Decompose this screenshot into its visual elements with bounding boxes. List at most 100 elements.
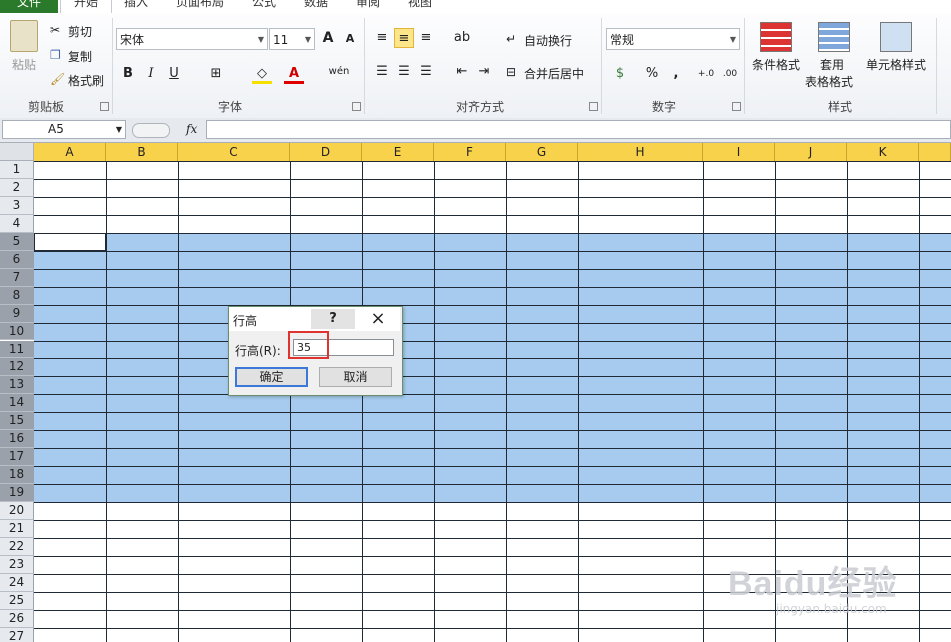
font-launcher-icon[interactable] — [352, 102, 361, 111]
name-box[interactable]: A5 ▼ — [2, 120, 126, 139]
row-header[interactable]: 7 — [0, 268, 34, 287]
phonetic-button[interactable]: wén — [326, 62, 352, 82]
select-all-corner[interactable] — [0, 143, 34, 161]
row-header[interactable]: 9 — [0, 304, 34, 323]
format-painter-button[interactable]: 格式刷 — [68, 72, 104, 89]
decrease-indent-icon[interactable]: ⇤ — [452, 62, 472, 82]
font-color-icon[interactable]: A — [284, 64, 304, 84]
tab-file[interactable]: 文件 — [0, 0, 58, 13]
row-header[interactable]: 6 — [0, 250, 34, 269]
row-header[interactable]: 3 — [0, 196, 34, 215]
row-header[interactable]: 23 — [0, 555, 34, 574]
row-header[interactable]: 5 — [0, 232, 34, 251]
column-header-a[interactable]: A — [34, 143, 106, 161]
insert-function-icon[interactable]: fx — [186, 122, 197, 136]
align-bottom-icon[interactable]: ≡ — [416, 28, 436, 48]
row-header[interactable]: 2 — [0, 178, 34, 197]
close-icon[interactable]: × — [363, 309, 393, 329]
ok-button[interactable]: 确定 — [235, 367, 308, 387]
column-header-e[interactable]: E — [362, 143, 434, 161]
column-header-k[interactable]: K — [847, 143, 919, 161]
row-header[interactable]: 18 — [0, 466, 34, 485]
number-format-select[interactable]: 常规 ▼ — [606, 28, 740, 50]
column-header-h[interactable]: H — [578, 143, 703, 161]
orientation-icon[interactable]: ab — [452, 28, 472, 48]
copy-button[interactable]: 复制 — [68, 48, 92, 65]
number-launcher-icon[interactable] — [732, 102, 741, 111]
percent-button[interactable]: % — [642, 64, 662, 84]
cut-button[interactable]: 剪切 — [68, 23, 92, 40]
row-header[interactable]: 21 — [0, 520, 34, 538]
row-header[interactable]: 11 — [0, 340, 34, 359]
row-header[interactable]: 17 — [0, 448, 34, 467]
comma-button[interactable]: , — [666, 64, 686, 84]
border-icon[interactable]: ⊞ — [206, 64, 226, 84]
row-header[interactable]: 19 — [0, 484, 34, 503]
fill-color-icon[interactable]: ◇ — [252, 64, 272, 84]
font-name-select[interactable]: 宋体 ▼ — [116, 28, 268, 50]
wrap-text-button[interactable]: 自动换行 — [524, 32, 572, 49]
format-as-table-line1[interactable]: 套用 — [820, 56, 844, 73]
row-header[interactable]: 15 — [0, 412, 34, 431]
format-painter-icon[interactable]: 🖌 — [50, 72, 65, 86]
wrap-text-icon[interactable]: ↵ — [506, 32, 516, 46]
cell-styles-button[interactable]: 单元格样式 — [866, 56, 926, 73]
increase-decimal-button[interactable]: +.0 — [696, 64, 716, 84]
tab-view[interactable]: 视图 — [408, 0, 432, 13]
column-header-b[interactable]: B — [106, 143, 178, 161]
row-header[interactable]: 1 — [0, 161, 34, 179]
grow-font-button[interactable]: A — [318, 28, 338, 48]
conditional-format-button[interactable]: 条件格式 — [752, 56, 800, 73]
bold-button[interactable]: B — [118, 64, 138, 84]
paste-button[interactable]: 粘贴 — [12, 56, 36, 73]
row-header[interactable]: 13 — [0, 376, 34, 395]
currency-icon[interactable]: $ — [610, 64, 630, 84]
increase-indent-icon[interactable]: ⇥ — [474, 62, 494, 82]
row-header[interactable]: 26 — [0, 609, 34, 628]
font-size-select[interactable]: 11 ▼ — [269, 28, 315, 50]
align-top-icon[interactable]: ≡ — [372, 28, 392, 48]
tab-insert[interactable]: 插入 — [124, 0, 148, 13]
tab-formulas[interactable]: 公式 — [252, 0, 276, 13]
active-cell-a5[interactable] — [34, 232, 106, 251]
column-header-i[interactable]: I — [703, 143, 775, 161]
merge-center-button[interactable]: 合并后居中 — [524, 65, 584, 82]
italic-button[interactable]: I — [141, 64, 161, 84]
align-center-icon[interactable]: ☰ — [394, 62, 414, 82]
formula-input[interactable] — [206, 120, 951, 139]
tab-review[interactable]: 审阅 — [356, 0, 380, 13]
column-header-j[interactable]: J — [775, 143, 847, 161]
cancel-button[interactable]: 取消 — [319, 367, 392, 387]
help-button[interactable]: ? — [311, 309, 355, 329]
align-middle-icon[interactable]: ≡ — [394, 28, 414, 48]
cut-icon[interactable]: ✂ — [50, 23, 60, 37]
column-header-d[interactable]: D — [290, 143, 362, 161]
underline-button[interactable]: U — [164, 64, 184, 84]
row-header[interactable]: 14 — [0, 394, 34, 413]
tab-page-layout[interactable]: 页面布局 — [176, 0, 224, 13]
row-header[interactable]: 16 — [0, 430, 34, 449]
align-right-icon[interactable]: ☰ — [416, 62, 436, 82]
tab-home[interactable]: 开始 — [60, 0, 112, 13]
tab-data[interactable]: 数据 — [304, 0, 328, 13]
merge-center-icon[interactable]: ⊟ — [506, 65, 516, 79]
format-as-table-line2[interactable]: 表格格式 — [805, 73, 853, 90]
column-header-f[interactable]: F — [434, 143, 506, 161]
decrease-decimal-button[interactable]: .00 — [720, 64, 740, 84]
shrink-font-button[interactable]: A — [340, 29, 360, 49]
row-header[interactable]: 12 — [0, 358, 34, 377]
column-header-g[interactable]: G — [506, 143, 578, 161]
row-header[interactable]: 25 — [0, 591, 34, 610]
column-header-c[interactable]: C — [178, 143, 290, 161]
row-header[interactable]: 22 — [0, 537, 34, 556]
copy-icon[interactable]: ❐ — [50, 48, 61, 62]
row-header[interactable]: 20 — [0, 502, 34, 520]
row-header[interactable]: 10 — [0, 322, 34, 341]
column-header-next[interactable] — [919, 143, 951, 161]
row-header[interactable]: 8 — [0, 286, 34, 305]
dialog-title-bar[interactable]: 行高 ? × — [229, 307, 400, 331]
row-header[interactable]: 27 — [0, 627, 34, 642]
clipboard-launcher-icon[interactable] — [100, 102, 109, 111]
align-left-icon[interactable]: ☰ — [372, 62, 392, 82]
row-header[interactable]: 4 — [0, 214, 34, 233]
